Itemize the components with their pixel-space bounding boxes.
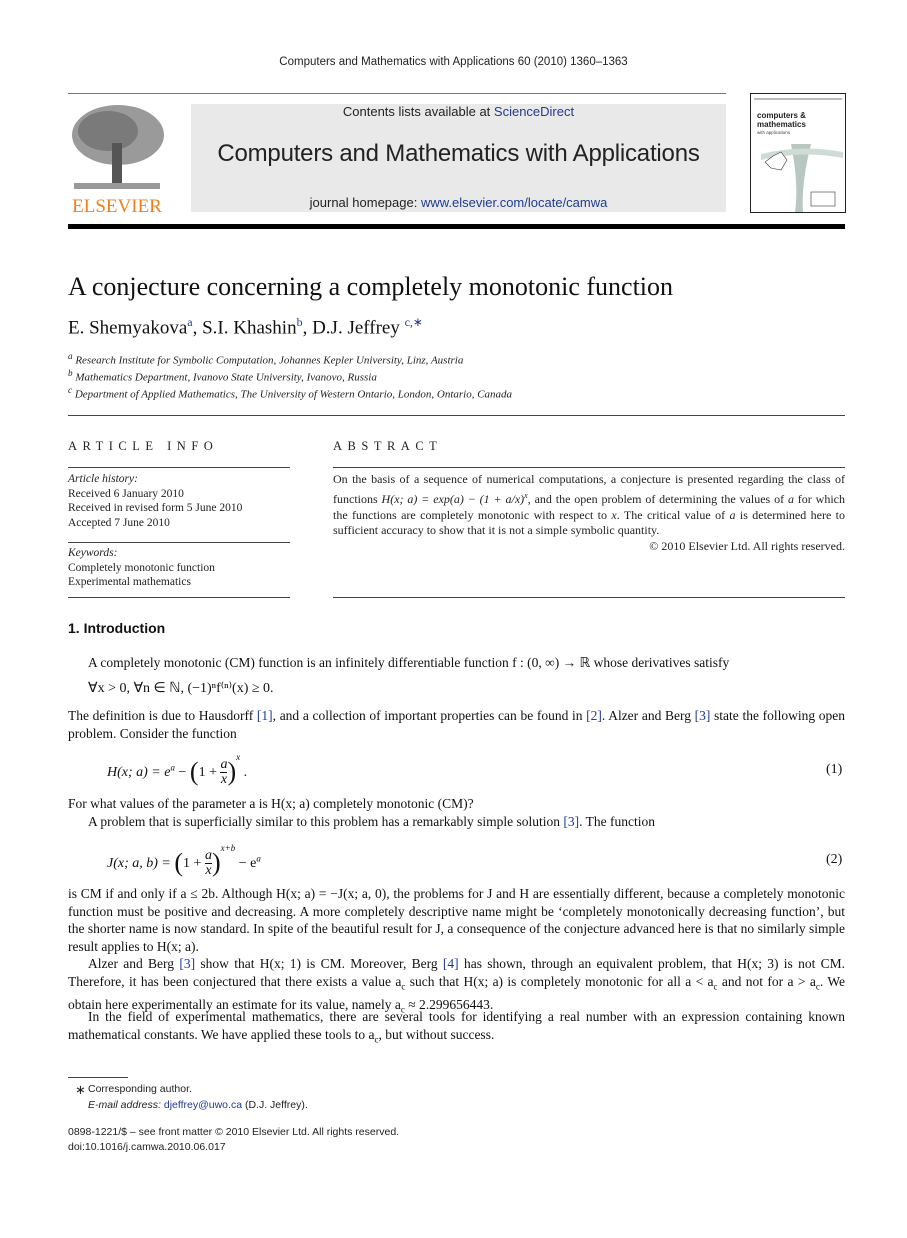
- header-rule: [68, 224, 845, 229]
- divider: [333, 467, 845, 468]
- author-name: S.I. Khashin: [202, 317, 297, 339]
- citation-link[interactable]: [3]: [563, 814, 579, 829]
- svg-text:with applications: with applications: [757, 130, 791, 135]
- elsevier-logo[interactable]: ELSEVIER: [68, 103, 166, 217]
- divider: [68, 542, 290, 543]
- intro-paragraph-4: A problem that is superficially similar …: [88, 814, 656, 829]
- svg-text:computers &: computers &: [757, 111, 806, 120]
- header-divider: [68, 93, 726, 94]
- affiliation: c Department of Applied Mathematics, The…: [68, 385, 513, 401]
- elsevier-wordmark: ELSEVIER: [72, 196, 162, 215]
- corresponding-author-note: Corresponding author.: [88, 1083, 192, 1095]
- divider: [68, 467, 290, 468]
- copyright: © 2010 Elsevier Ltd. All rights reserved…: [649, 539, 845, 554]
- journal-cover-thumbnail[interactable]: computers & mathematics with application…: [750, 93, 846, 213]
- article-info-heading: ARTICLE INFO: [68, 439, 219, 453]
- citation-link[interactable]: [3]: [695, 708, 711, 723]
- sciencedirect-link[interactable]: ScienceDirect: [494, 104, 574, 119]
- doi-link[interactable]: doi:10.1016/j.camwa.2010.06.017: [68, 1141, 226, 1153]
- divider: [333, 597, 845, 598]
- section-heading-introduction: 1. Introduction: [68, 620, 166, 636]
- citation-link[interactable]: [2]: [586, 708, 602, 723]
- affiliation-marker[interactable]: a: [187, 315, 192, 329]
- footnote-divider: [68, 1077, 128, 1078]
- email-note: E-mail address: djeffrey@uwo.ca (D.J. Je…: [88, 1099, 308, 1111]
- intro-paragraph-2: The definition is due to Hausdorff [1], …: [68, 708, 845, 741]
- affiliation-marker[interactable]: c,∗: [405, 315, 423, 329]
- contents-availability: Contents lists available at ScienceDirec…: [342, 104, 575, 119]
- citation-link[interactable]: [3]: [179, 956, 195, 971]
- citation-link[interactable]: [1]: [257, 708, 273, 723]
- journal-reference: Computers and Mathematics with Applicati…: [279, 56, 628, 68]
- email-link[interactable]: djeffrey@uwo.ca: [164, 1099, 242, 1111]
- journal-title: Computers and Mathematics with Applicati…: [217, 140, 700, 167]
- equation-2: J(x; a, b) = (1 + a x)x+b − ea: [107, 843, 261, 879]
- author-name: D.J. Jeffrey: [312, 317, 400, 339]
- svg-text:mathematics: mathematics: [757, 120, 806, 129]
- history-item: Received in revised form 5 June 2010: [68, 502, 243, 514]
- affiliation-marker[interactable]: b: [297, 315, 303, 329]
- equation-number: (2): [826, 852, 843, 867]
- history-item: Received 6 January 2010: [68, 487, 184, 500]
- keywords: Keywords: Completely monotonic function …: [68, 547, 215, 588]
- citation-link[interactable]: [4]: [443, 956, 459, 971]
- article-title: A conjecture concerning a completely mon…: [68, 272, 674, 301]
- paper-page: Computers and Mathematics with Applicati…: [0, 0, 907, 1238]
- intro-paragraph-1: A completely monotonic (CM) function is …: [88, 655, 730, 670]
- keyword: Experimental mathematics: [68, 576, 191, 588]
- journal-homepage: journal homepage: www.elsevier.com/locat…: [309, 195, 608, 210]
- journal-banner: Contents lists available at ScienceDirec…: [191, 104, 726, 212]
- abstract-heading: ABSTRACT: [333, 439, 443, 453]
- article-history: Article history: Received 6 January 2010…: [68, 473, 243, 529]
- abstract-text: On the basis of a sequence of numerical …: [333, 472, 846, 554]
- divider: [68, 415, 845, 416]
- divider: [68, 597, 290, 598]
- front-matter-note: 0898-1221/$ – see front matter © 2010 El…: [68, 1126, 400, 1138]
- affiliation: a Research Institute for Symbolic Comput…: [68, 351, 464, 367]
- intro-paragraph-3: For what values of the parameter a is H(…: [68, 796, 474, 811]
- intro-paragraph-5: is CM if and only if a ≤ 2b. Although H(…: [68, 886, 845, 954]
- keyword: Completely monotonic function: [68, 561, 215, 574]
- history-item: Accepted 7 June 2010: [68, 516, 170, 529]
- homepage-link[interactable]: www.elsevier.com/locate/camwa: [421, 195, 607, 210]
- tree-icon: ELSEVIER: [68, 103, 166, 217]
- display-equation-cm-definition: ∀x > 0, ∀n ∈ ℕ, (−1)ⁿf⁽ⁿ⁾(x) ≥ 0.: [88, 681, 274, 696]
- equation-number: (1): [826, 762, 843, 777]
- affiliation: b Mathematics Department, Ivanovo State …: [68, 368, 377, 384]
- intro-paragraph-7: In the field of experimental mathematics…: [68, 1009, 845, 1045]
- author-list: E. Shemyakovaa, S.I. Khashinb, D.J. Jeff…: [68, 315, 423, 339]
- asterisk-icon: ∗: [75, 1082, 86, 1097]
- equation-1: H(x; a) = ea − (1 + a x)x .: [107, 752, 248, 788]
- author-name: E. Shemyakova: [68, 317, 188, 339]
